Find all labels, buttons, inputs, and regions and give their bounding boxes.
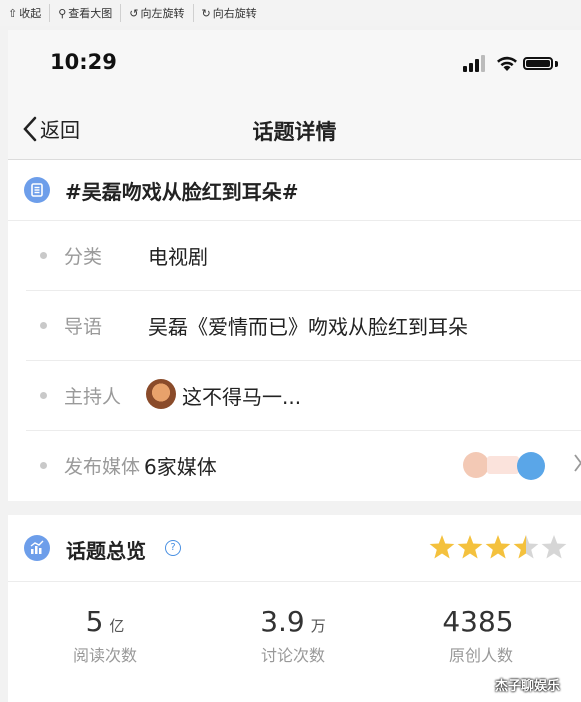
category-label: 分类 xyxy=(64,246,103,268)
star-icon xyxy=(485,535,511,559)
chart-icon xyxy=(24,535,50,561)
row-category: 分类 电视剧 xyxy=(26,220,581,291)
media-avatar xyxy=(463,452,489,478)
media-avatar xyxy=(517,452,545,480)
collapse-icon: ⇧ xyxy=(8,6,18,20)
rotate-left-label: 向左旋转 xyxy=(140,7,185,20)
view-large-button[interactable]: ⚲ 查看大图 xyxy=(50,4,122,22)
star-icon xyxy=(429,535,455,559)
bullet-dot xyxy=(40,252,47,259)
rating-stars xyxy=(429,535,567,559)
bullet-dot xyxy=(40,322,47,329)
intro-label: 导语 xyxy=(64,316,103,338)
topic-header: #吴磊吻戏从脸红到耳朵# xyxy=(8,160,581,221)
topic-card: #吴磊吻戏从脸红到耳朵# 分类 电视剧 导语 吴磊《爱情而已》吻戏从脸红到耳朵 … xyxy=(8,160,581,501)
battery-icon xyxy=(523,57,553,70)
topic-name: #吴磊吻戏从脸红到耳朵# xyxy=(65,180,299,204)
rotate-left-icon: ↺ xyxy=(129,6,139,20)
phone-screenshot: 10:29 返回 话题详情 #吴磊吻戏从脸红到耳朵# 分类 电视剧 导语 吴磊《… xyxy=(8,30,581,702)
row-intro: 导语 吴磊《爱情而已》吻戏从脸红到耳朵 xyxy=(26,290,581,361)
stat-original-authors: 4385 原创人数 xyxy=(406,605,556,666)
stat-value: 5 xyxy=(85,605,104,638)
bullet-dot xyxy=(40,462,47,469)
media-avatar xyxy=(487,456,519,474)
media-label: 发布媒体 xyxy=(64,456,141,478)
stat-discussions: 3.9 万 讨论次数 xyxy=(218,605,368,666)
wifi-icon xyxy=(497,56,517,71)
stat-value: 3.9 xyxy=(260,605,305,638)
rotate-right-button[interactable]: ↻ 向右旋转 xyxy=(194,4,265,22)
overview-header: 话题总览 ? xyxy=(8,515,581,582)
host-value[interactable]: 这不得马一... xyxy=(182,381,301,410)
star-icon xyxy=(541,535,567,559)
stat-value: 4385 xyxy=(442,605,514,638)
intro-value: 吴磊《爱情而已》吻戏从脸红到耳朵 xyxy=(148,315,468,339)
rotate-left-button[interactable]: ↺ 向左旋转 xyxy=(121,4,194,22)
watermark: 杰子聊娱乐 xyxy=(495,679,561,694)
status-time: 10:29 xyxy=(50,50,117,74)
signal-icon xyxy=(463,54,489,72)
collapse-label: 收起 xyxy=(19,7,42,20)
page-title: 话题详情 xyxy=(252,120,337,144)
stats-row: 5亿 阅读次数 3.9 万 讨论次数 4385 原创人数 xyxy=(8,605,581,685)
overview-card: 话题总览 ? 5亿 阅读次数 3.9 万 讨论次数 4385 原创人数 xyxy=(8,515,581,702)
view-large-label: 查看大图 xyxy=(68,7,113,20)
topic-list-icon xyxy=(24,177,50,203)
stat-label: 讨论次数 xyxy=(260,646,325,665)
media-value: 6家媒体 xyxy=(144,455,217,479)
host-label: 主持人 xyxy=(64,386,122,408)
stat-label: 原创人数 xyxy=(448,646,513,665)
image-viewer-toolbar: ⇧ 收起 ⚲ 查看大图 ↺ 向左旋转 ↻ 向右旋转 xyxy=(0,0,581,26)
stat-reads: 5亿 阅读次数 xyxy=(30,605,180,666)
media-avatars xyxy=(463,450,559,480)
stat-label: 阅读次数 xyxy=(72,646,137,665)
stat-unit: 亿 xyxy=(109,617,125,635)
bullet-dot xyxy=(40,392,47,399)
star-icon xyxy=(457,535,483,559)
chevron-right-icon[interactable] xyxy=(572,452,581,474)
rotate-right-icon: ↻ xyxy=(201,6,211,20)
battery-tip xyxy=(555,61,558,67)
nav-bar: 返回 话题详情 xyxy=(8,100,581,160)
collapse-button[interactable]: ⇧ 收起 xyxy=(0,4,51,22)
overview-title: 话题总览 xyxy=(66,539,146,563)
stat-unit: 万 xyxy=(310,617,326,635)
row-media[interactable]: 发布媒体 6家媒体 xyxy=(26,430,581,500)
search-icon: ⚲ xyxy=(58,6,67,20)
rotate-right-label: 向右旋转 xyxy=(212,7,257,20)
host-avatar[interactable] xyxy=(146,379,176,409)
help-icon[interactable]: ? xyxy=(165,540,181,556)
category-value: 电视剧 xyxy=(148,245,208,269)
star-icon xyxy=(513,535,539,559)
status-bar: 10:29 xyxy=(8,30,581,100)
row-host[interactable]: 主持人 这不得马一... xyxy=(26,360,581,431)
